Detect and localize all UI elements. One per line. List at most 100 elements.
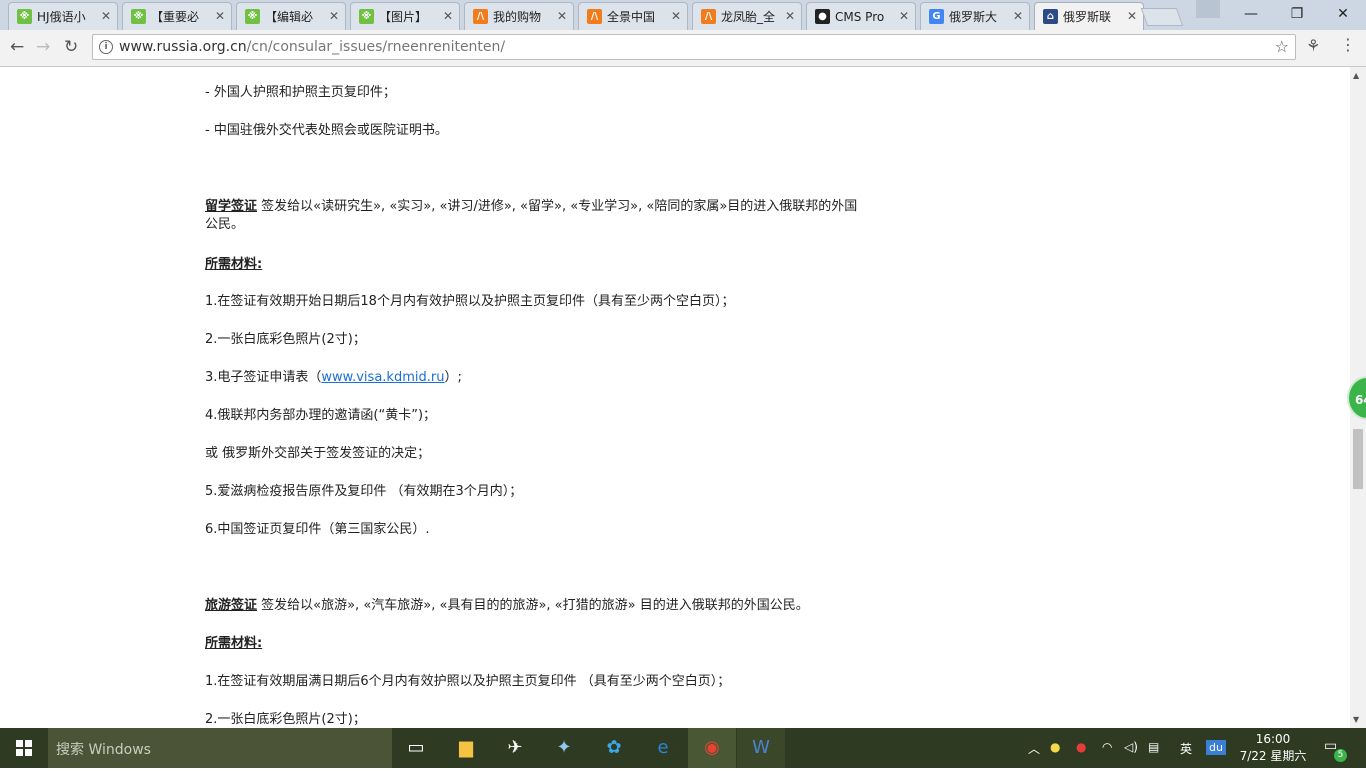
taobao-icon: /\ [587,9,602,24]
browser-tab[interactable]: /\ 全景中国 ✕ [578,2,688,30]
reload-icon[interactable]: ↻ [64,37,78,57]
user-profile-icon[interactable] [1196,0,1220,18]
tab-strip: ※ HJ俄语小 ✕ ※ 【重要必 ✕ ※ 【编辑必 ✕ ※ 【图片】 ✕/\ 我的购物 ✕/\ 全景中国 ✕ /… [0,0,1366,30]
hj-icon: ※ [17,9,32,24]
tab-close-icon[interactable]: ✕ [329,9,339,23]
ime-language[interactable]: 英 [1180,740,1192,757]
scroll-up-icon[interactable]: ▲ [1353,71,1359,80]
url-text[interactable]: www.russia.org.cn/cn/consular_issues/rne… [119,38,505,56]
browser-tab[interactable]: ※ 【图片】 ✕ [350,2,460,30]
browser-tab[interactable]: ● CMS Pro ✕ [806,2,916,30]
wifi-icon[interactable]: ◠ [1102,740,1112,754]
word-taskbar-item[interactable]: W [737,728,785,768]
file-explorer-icon[interactable]: ▆ [454,736,478,760]
tourist-visa-line: 旅游签证 签发给以«旅游», «汽车旅游», «具有目的的旅游», «打猎的旅游… [205,598,809,613]
list-item: 4.俄联邦内务部办理的邀请函(“黄卡”)； [205,408,437,423]
show-hidden-icons[interactable]: ︿ [1028,740,1040,757]
browser-tab[interactable]: G 俄罗斯大 ✕ [920,2,1030,30]
tab-close-icon[interactable]: ✕ [443,9,453,23]
forward-icon[interactable]: → [36,37,50,57]
text-paragraph: 公民。 [205,217,245,232]
feiq-app-icon[interactable]: ✦ [552,736,576,760]
required-materials-label: 所需材料: [205,636,263,651]
scroll-down-icon[interactable]: ▼ [1353,715,1359,724]
tab-title: 【图片】 [379,10,428,24]
tab-title: 我的购物 [493,10,542,24]
back-icon[interactable]: ← [10,37,24,57]
volume-icon[interactable]: ◁) [1124,740,1138,754]
minimize-icon[interactable]: — [1228,2,1274,26]
tab-title: HJ俄语小 [37,10,86,24]
tab-close-icon[interactable]: ✕ [215,9,225,23]
page-content: - 外国人护照和护照主页复印件； - 中国驻俄外交代表处照会或医院证明书。 留学… [0,67,1350,728]
notification-count: 5 [1334,749,1347,762]
menu-icon[interactable]: ⋮ [1340,35,1356,54]
browser-tab[interactable]: ※ 【编辑必 ✕ [236,2,346,30]
tab-close-icon[interactable]: ✕ [785,9,795,23]
list-item: 5.爱滋病检疫报告原件及复印件 （有效期在3个月内）； [205,484,523,499]
hj-icon: ※ [245,9,260,24]
extension-icon[interactable]: ⚘ [1306,36,1320,55]
windows-taskbar: 搜索 Windows ▭ ▆ ✈ ✦ ✿ e ◉ W ︿ ● ● ◠ ◁) ▤ … [0,728,1366,768]
browser-tab[interactable]: /\ 我的购物 ✕ [464,2,574,30]
chrome-icon: ◉ [704,737,720,758]
google-icon: G [929,9,944,24]
tab-title: 全景中国 [607,10,656,24]
address-bar[interactable]: i www.russia.org.cn/cn/consular_issues/r… [92,34,1296,60]
tab-close-icon[interactable]: ✕ [1013,9,1023,23]
pin-app-icon[interactable]: ✈ [503,736,527,760]
browser-toolbar: ← → ↻ i www.russia.org.cn/cn/consular_is… [0,30,1366,67]
windows-start-icon[interactable] [0,728,48,768]
app-circle-icon[interactable]: ✿ [602,736,626,760]
tray-music-icon[interactable]: ● [1076,740,1086,754]
word-icon: W [752,737,770,758]
hj-icon: ※ [359,9,374,24]
tourist-visa-title: 旅游签证 [205,598,258,613]
tab-title: 【重要必 [151,10,200,24]
new-tab-button[interactable] [1140,8,1184,26]
list-item: 2.一张白底彩色照片(2寸)； [205,712,366,727]
github-icon: ● [815,9,830,24]
tab-title: 俄罗斯联 [1063,10,1112,24]
task-view-icon[interactable]: ▭ [404,736,428,760]
edge-icon[interactable]: e [651,736,675,760]
list-item: 3.电子签证申请表（www.visa.kdmid.ru）; [205,370,462,385]
hj-icon: ※ [131,9,146,24]
tab-close-icon[interactable]: ✕ [557,9,567,23]
maximize-icon[interactable]: ❐ [1274,2,1320,26]
tab-close-icon[interactable]: ✕ [1127,9,1137,23]
tab-close-icon[interactable]: ✕ [671,9,681,23]
list-item: 1.在签证有效期届满日期后6个月内有效护照以及护照主页复印件 （具有至少两个空白… [205,674,731,689]
browser-tab[interactable]: /\ 龙凤胎_全 ✕ [692,2,802,30]
system-clock[interactable]: 16:00 7/22 星期六 [1236,731,1310,765]
browser-tab[interactable]: ※ HJ俄语小 ✕ [8,2,118,30]
browser-tab[interactable]: ⌂ 俄罗斯联 ✕ [1034,2,1144,30]
list-item: 6.中国签证页复印件（第三国家公民）. [205,522,430,537]
search-windows-box[interactable]: 搜索 Windows [48,728,392,768]
scroll-thumb[interactable] [1353,429,1363,489]
chrome-taskbar-active[interactable]: ◉ [688,728,736,768]
close-window-icon[interactable]: ✕ [1320,2,1366,26]
list-item: 2.一张白底彩色照片(2寸)； [205,332,366,347]
taobao-icon: /\ [473,9,488,24]
required-materials-label: 所需材料: [205,257,263,272]
tab-title: 龙凤胎_全 [721,10,776,24]
info-icon[interactable]: i [99,40,113,54]
embassy-icon: ⌂ [1043,9,1058,24]
tab-title: 俄罗斯大 [949,10,998,24]
visa-kdmid-link[interactable]: www.visa.kdmid.ru [321,370,444,385]
tab-title: 【编辑必 [265,10,314,24]
tab-close-icon[interactable]: ✕ [899,9,909,23]
list-item: 1.在签证有效期开始日期后18个月内有效护照以及护照主页复印件（具有至少两个空白… [205,294,735,309]
tray-app-icon[interactable]: ● [1050,740,1060,754]
text-paragraph: - 外国人护照和护照主页复印件； [205,85,396,100]
study-visa-line: 留学签证 签发给以«读研究生», «实习», «讲习/进修», «留学», «专… [205,199,858,214]
list-item: 或 俄罗斯外交部关于签发签证的决定； [205,446,431,461]
tab-close-icon[interactable]: ✕ [101,9,111,23]
study-visa-title: 留学签证 [205,199,258,214]
bookmark-star-icon[interactable]: ☆ [1275,37,1289,56]
baidu-input-icon[interactable]: du [1206,740,1226,755]
browser-tab[interactable]: ※ 【重要必 ✕ [122,2,232,30]
taobao-icon: /\ [701,9,716,24]
keyboard-icon[interactable]: ▤ [1148,740,1159,754]
